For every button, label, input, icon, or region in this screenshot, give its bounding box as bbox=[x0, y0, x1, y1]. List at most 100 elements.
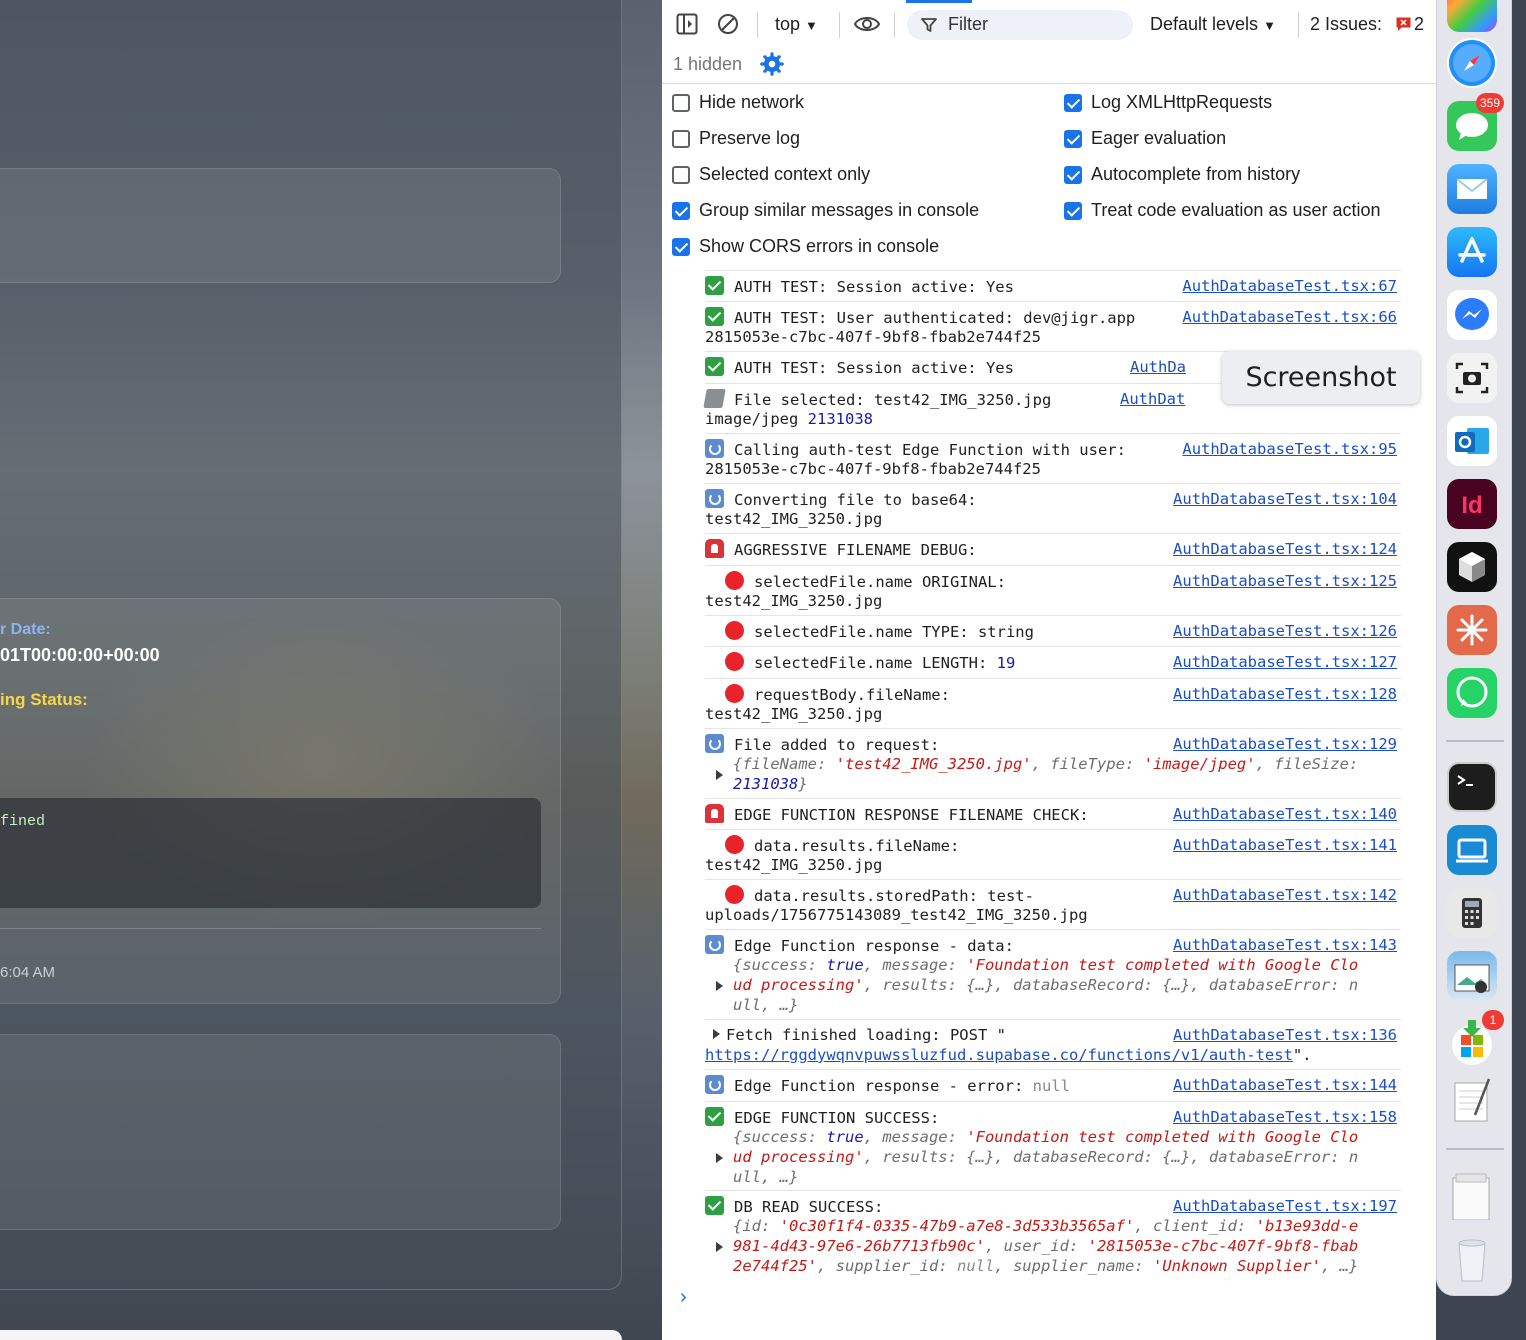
checkbox-log-xhr[interactable] bbox=[1064, 93, 1082, 112]
issues-link[interactable]: 2 Issues: bbox=[1310, 14, 1382, 35]
app-store-icon[interactable] bbox=[1447, 227, 1497, 277]
source-link[interactable]: AuthDatabaseTest.tsx:95 bbox=[1178, 439, 1397, 459]
obj-key: {success: bbox=[733, 956, 827, 974]
photos-app-icon[interactable] bbox=[1447, 0, 1497, 32]
source-link[interactable]: AuthDat bbox=[1116, 389, 1186, 409]
expand-triangle-icon[interactable] bbox=[713, 1029, 720, 1039]
setting-label: Selected context only bbox=[699, 164, 871, 184]
checkbox-hide-network[interactable] bbox=[672, 93, 690, 112]
source-link[interactable]: AuthDa bbox=[1126, 357, 1186, 377]
source-link[interactable]: AuthDatabaseTest.tsx:142 bbox=[1169, 885, 1397, 905]
source-link[interactable]: AuthDatabaseTest.tsx:126 bbox=[1169, 621, 1397, 641]
expand-triangle-icon[interactable] bbox=[716, 1153, 723, 1163]
messenger-app-icon[interactable] bbox=[1447, 290, 1497, 340]
checkbox-show-cors[interactable] bbox=[672, 237, 690, 256]
source-link[interactable]: AuthDatabaseTest.tsx:66 bbox=[1178, 307, 1397, 327]
setting-show-cors[interactable]: Show CORS errors in console bbox=[672, 236, 939, 257]
issue-error-icon bbox=[1396, 17, 1411, 31]
clear-console-icon[interactable] bbox=[717, 13, 739, 35]
siren-icon bbox=[705, 539, 724, 558]
setting-group-similar[interactable]: Group similar messages in console bbox=[672, 200, 979, 221]
obj-string: 'image/jpeg' bbox=[1143, 755, 1256, 773]
setting-autocomplete-history[interactable]: Autocomplete from history bbox=[1064, 164, 1300, 185]
whatsapp-app-icon[interactable] bbox=[1447, 668, 1497, 718]
checkbox-treat-code-eval[interactable] bbox=[1064, 201, 1082, 220]
setting-treat-code-eval[interactable]: Treat code evaluation as user action bbox=[1064, 200, 1381, 221]
message-text-cont: uploads/1756775143089_test42_IMG_3250.jp… bbox=[705, 906, 1088, 924]
outlook-app-icon[interactable] bbox=[1447, 416, 1497, 466]
source-link[interactable]: AuthDatabaseTest.tsx:143 bbox=[1169, 935, 1397, 955]
claude-app-icon[interactable] bbox=[1447, 605, 1497, 655]
setting-selected-context-only[interactable]: Selected context only bbox=[672, 164, 870, 185]
obj-key: ull, …} bbox=[733, 1168, 799, 1186]
calculator-app-icon[interactable] bbox=[1447, 888, 1497, 938]
source-link[interactable]: AuthDatabaseTest.tsx:127 bbox=[1169, 652, 1397, 672]
expand-triangle-icon[interactable] bbox=[716, 1242, 723, 1252]
source-link[interactable]: AuthDatabaseTest.tsx:158 bbox=[1169, 1107, 1397, 1127]
null-value: null bbox=[956, 1257, 995, 1275]
checkbox-eager-evaluation[interactable] bbox=[1064, 129, 1082, 148]
app-card-bottom bbox=[0, 1034, 561, 1230]
expand-triangle-icon[interactable] bbox=[716, 770, 723, 780]
source-link[interactable]: AuthDatabaseTest.tsx:129 bbox=[1169, 734, 1397, 754]
screenshot-app-icon[interactable] bbox=[1447, 353, 1497, 403]
message-text: AUTH TEST: Session active: Yes bbox=[734, 359, 1014, 377]
sidebar-toggle-icon[interactable] bbox=[676, 13, 698, 35]
check-mark-icon bbox=[705, 1196, 724, 1215]
setting-hide-network[interactable]: Hide network bbox=[672, 92, 804, 113]
trash-icon[interactable] bbox=[1447, 1233, 1497, 1283]
red-circle-icon bbox=[725, 835, 744, 854]
log-levels-dropdown[interactable]: Default levels ▼ bbox=[1150, 14, 1276, 35]
source-link[interactable]: AuthDatabaseTest.tsx:104 bbox=[1169, 489, 1397, 509]
mail-app-icon[interactable] bbox=[1447, 164, 1497, 214]
check-mark-icon bbox=[705, 357, 724, 376]
terminal-app-icon[interactable] bbox=[1447, 762, 1497, 812]
source-link[interactable]: AuthDatabaseTest.tsx:141 bbox=[1169, 835, 1397, 855]
safari-app-icon[interactable] bbox=[1447, 38, 1497, 88]
source-link[interactable]: AuthDatabaseTest.tsx:136 bbox=[1169, 1025, 1397, 1045]
source-link[interactable]: AuthDatabaseTest.tsx:144 bbox=[1169, 1075, 1397, 1095]
message-text: AGGRESSIVE FILENAME DEBUG: bbox=[734, 541, 977, 559]
cube-app-icon[interactable] bbox=[1447, 542, 1497, 592]
obj-key: , fileType: bbox=[1031, 755, 1144, 773]
obj-number: 2131038 bbox=[733, 775, 799, 793]
message-text: AUTH TEST: Session active: Yes bbox=[734, 278, 1014, 296]
message-text-cont: image/jpeg bbox=[705, 410, 808, 428]
status-label: ing Status: bbox=[0, 690, 88, 709]
setting-eager-evaluation[interactable]: Eager evaluation bbox=[1064, 128, 1226, 149]
obj-bool: true bbox=[826, 1128, 864, 1146]
console-prompt-chevron-icon[interactable]: › bbox=[680, 1286, 687, 1309]
messages-badge: 359 bbox=[1476, 93, 1505, 113]
source-link[interactable]: AuthDatabaseTest.tsx:124 bbox=[1169, 539, 1397, 559]
request-url-link[interactable]: https://rggdywqnvpuwssluzfud.supabase.co… bbox=[705, 1046, 1293, 1064]
obj-string: ud processing' bbox=[733, 1148, 864, 1166]
console-message: selectedFile.name LENGTH: 19 AuthDatabas… bbox=[705, 646, 1401, 678]
issues-label: 2 Issues: bbox=[1310, 14, 1383, 34]
dock-separator bbox=[1446, 740, 1504, 742]
source-link[interactable]: AuthDatabaseTest.tsx:128 bbox=[1169, 684, 1397, 704]
textedit-app-icon[interactable] bbox=[1447, 1075, 1497, 1125]
source-link[interactable]: AuthDatabaseTest.tsx:125 bbox=[1169, 571, 1397, 591]
preview-app-icon[interactable] bbox=[1447, 951, 1497, 1001]
console-settings-pane: Hide network Preserve log Selected conte… bbox=[662, 84, 1436, 264]
remote-desktop-app-icon[interactable] bbox=[1447, 825, 1497, 875]
setting-preserve-log[interactable]: Preserve log bbox=[672, 128, 800, 149]
setting-log-xhr[interactable]: Log XMLHttpRequests bbox=[1064, 92, 1272, 113]
context-selector[interactable]: top ▼ bbox=[775, 14, 818, 35]
downloads-stack-icon[interactable] bbox=[1447, 1170, 1497, 1221]
source-link[interactable]: AuthDatabaseTest.tsx:67 bbox=[1178, 276, 1397, 296]
console-message: Fetch finished loading: POST " https://r… bbox=[705, 1019, 1401, 1069]
filter-input[interactable]: Filter bbox=[907, 10, 1133, 40]
indesign-app-icon[interactable]: Id bbox=[1447, 479, 1497, 529]
checkbox-group-similar[interactable] bbox=[672, 201, 690, 220]
live-expression-eye-icon[interactable] bbox=[853, 13, 881, 35]
source-link[interactable]: AuthDatabaseTest.tsx:197 bbox=[1169, 1196, 1397, 1216]
checkbox-preserve-log[interactable] bbox=[672, 129, 690, 148]
checkbox-selected-context-only[interactable] bbox=[672, 165, 690, 184]
setting-label: Group similar messages in console bbox=[699, 200, 980, 220]
source-link[interactable]: AuthDatabaseTest.tsx:140 bbox=[1169, 804, 1397, 824]
obj-key: , fileSize: bbox=[1255, 755, 1359, 773]
checkbox-autocomplete-history[interactable] bbox=[1064, 165, 1082, 184]
expand-triangle-icon[interactable] bbox=[716, 981, 723, 991]
console-settings-gear-icon[interactable] bbox=[760, 52, 784, 76]
